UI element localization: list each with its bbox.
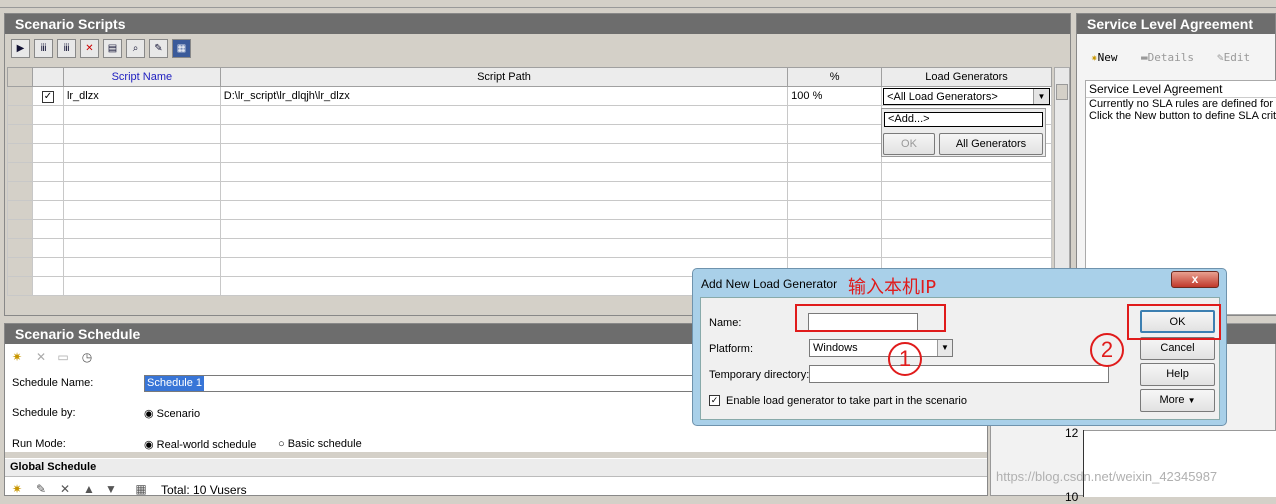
annotation-name-box [795,304,946,332]
move-up-icon[interactable]: ▲ [81,481,97,497]
delete-schedule-icon[interactable]: ✕ [33,349,49,365]
table-row [7,181,1052,201]
add-load-generator-dialog: Add New Load Generator 输入本机IP x Name: Pl… [692,268,1227,426]
edit-script-icon[interactable]: ✎ [149,39,168,58]
global-schedule-title: Global Schedule [5,459,987,477]
new-icon: ✷ [1091,51,1098,64]
y-tick-10: 10 [1065,490,1079,504]
sla-line1: Currently no SLA rules are defined for [1089,98,1274,110]
help-button[interactable]: Help [1140,363,1215,386]
table-row [7,238,1052,258]
generator-select[interactable]: <All Load Generators> ▼ [883,87,1050,105]
move-down-icon[interactable]: ▼ [103,481,119,497]
col-load-generators[interactable]: Load Generators [881,67,1052,87]
graph-plot [1084,430,1276,497]
table-row [7,200,1052,220]
temp-dir-field[interactable] [809,365,1109,383]
chevron-down-icon[interactable]: ▼ [1033,88,1049,104]
scripts-table: Script Name Script Path % Load Generator… [7,67,1052,296]
cell-percent[interactable]: 100 % [787,86,883,106]
rename-schedule-icon[interactable]: ▭ [55,349,71,365]
cell-script-name[interactable]: lr_dlzx [62,86,221,106]
details-icon: ▬ [1141,51,1148,64]
sla-title: Service Level Agreement [1077,14,1275,34]
new-schedule-icon[interactable]: ✷ [9,349,25,365]
col-script-path[interactable]: Script Path [219,67,789,87]
chevron-double-down-icon: ▼ [1187,396,1196,405]
delete-action-icon[interactable]: ✕ [57,481,73,497]
real-world-schedule-radio[interactable]: ◉ Real-world schedule [144,438,256,451]
sla-edit-button[interactable]: ✎Edit [1217,51,1250,64]
all-generators-button[interactable]: All Generators [939,133,1043,155]
generator-dropdown: <Add...> OK All Generators [881,108,1046,157]
dialog-title: Add New Load Generator [701,277,838,291]
enable-generator-label: Enable load generator to take part in th… [726,395,967,407]
divider [5,452,987,458]
cell-load-generator[interactable]: <All Load Generators> ▼ [881,86,1052,106]
total-vusers: Total: 10 Vusers [161,483,247,497]
table-row [7,162,1052,182]
table-row [7,219,1052,239]
sla-header: Service Level Agreement [1086,81,1276,98]
row-checkbox[interactable]: ✓ [31,86,64,106]
schedule-by-scenario-radio[interactable]: ◉ Scenario [144,407,200,420]
run-icon[interactable]: ▶ [11,39,30,58]
remove-vusers-icon[interactable]: ✕ [80,39,99,58]
table-header: Script Name Script Path % Load Generator… [7,67,1052,87]
platform-select[interactable]: Windows ▼ [809,339,953,357]
edit-action-icon[interactable]: ✎ [33,481,49,497]
add-action-icon[interactable]: ✷ [9,481,25,497]
sla-new-button[interactable]: ✷New [1091,51,1118,64]
close-icon[interactable]: x [1171,271,1219,288]
temp-dir-label: Temporary directory: [709,369,810,381]
top-toolbar [0,0,1276,8]
clock-icon[interactable]: ◷ [79,349,95,365]
table-row[interactable]: ✓ lr_dlzx D:\lr_script\lr_dlqjh\lr_dlzx … [7,86,1052,106]
details-icon[interactable]: ▤ [103,39,122,58]
runtime-settings-icon[interactable]: ▦ [172,39,191,58]
cancel-button[interactable]: Cancel [1140,337,1215,360]
grid-icon[interactable]: ▦ [133,481,149,497]
platform-label: Platform: [709,343,754,355]
vusers-icon[interactable]: ⅲ [34,39,53,58]
schedule-name-field[interactable]: Schedule 1 [144,375,704,392]
add-generator-option[interactable]: <Add...> [884,112,1043,127]
scenario-scripts-title: Scenario Scripts [5,14,1070,34]
watermark: https://blog.csdn.net/weixin_42345987 [996,469,1218,484]
view-script-icon[interactable]: ⌕ [126,39,145,58]
sla-line2: Click the New button to define SLA crit [1089,110,1276,122]
scripts-toolbar: ▶ ⅲ ⅲ ✕ ▤ ⌕ ✎ ▦ [11,39,211,59]
more-button[interactable]: More ▼ [1140,389,1215,412]
add-vusers-icon[interactable]: ⅲ [57,39,76,58]
y-tick-12: 12 [1065,426,1079,440]
name-label: Name: [709,317,742,329]
dialog-annotation: 输入本机IP [848,277,937,298]
basic-schedule-radio[interactable]: ○ Basic schedule [278,438,362,450]
run-mode-label: Run Mode: [12,438,66,450]
annotation-ok-box [1127,304,1221,340]
sla-details-button[interactable]: ▬Details [1141,51,1194,64]
col-percent[interactable]: % [787,67,883,87]
col-script-name[interactable]: Script Name [62,67,221,87]
schedule-by-label: Schedule by: [12,407,76,419]
cell-script-path[interactable]: D:\lr_script\lr_dlqjh\lr_dlzx [219,86,789,106]
annotation-circle-1: 1 [888,342,922,376]
annotation-circle-2: 2 [1090,333,1124,367]
enable-generator-checkbox[interactable]: ✓ [709,395,720,406]
dropdown-ok-button[interactable]: OK [883,133,935,155]
edit-icon: ✎ [1217,51,1224,64]
schedule-name-label: Schedule Name: [12,377,94,389]
chevron-down-icon[interactable]: ▼ [937,340,952,356]
